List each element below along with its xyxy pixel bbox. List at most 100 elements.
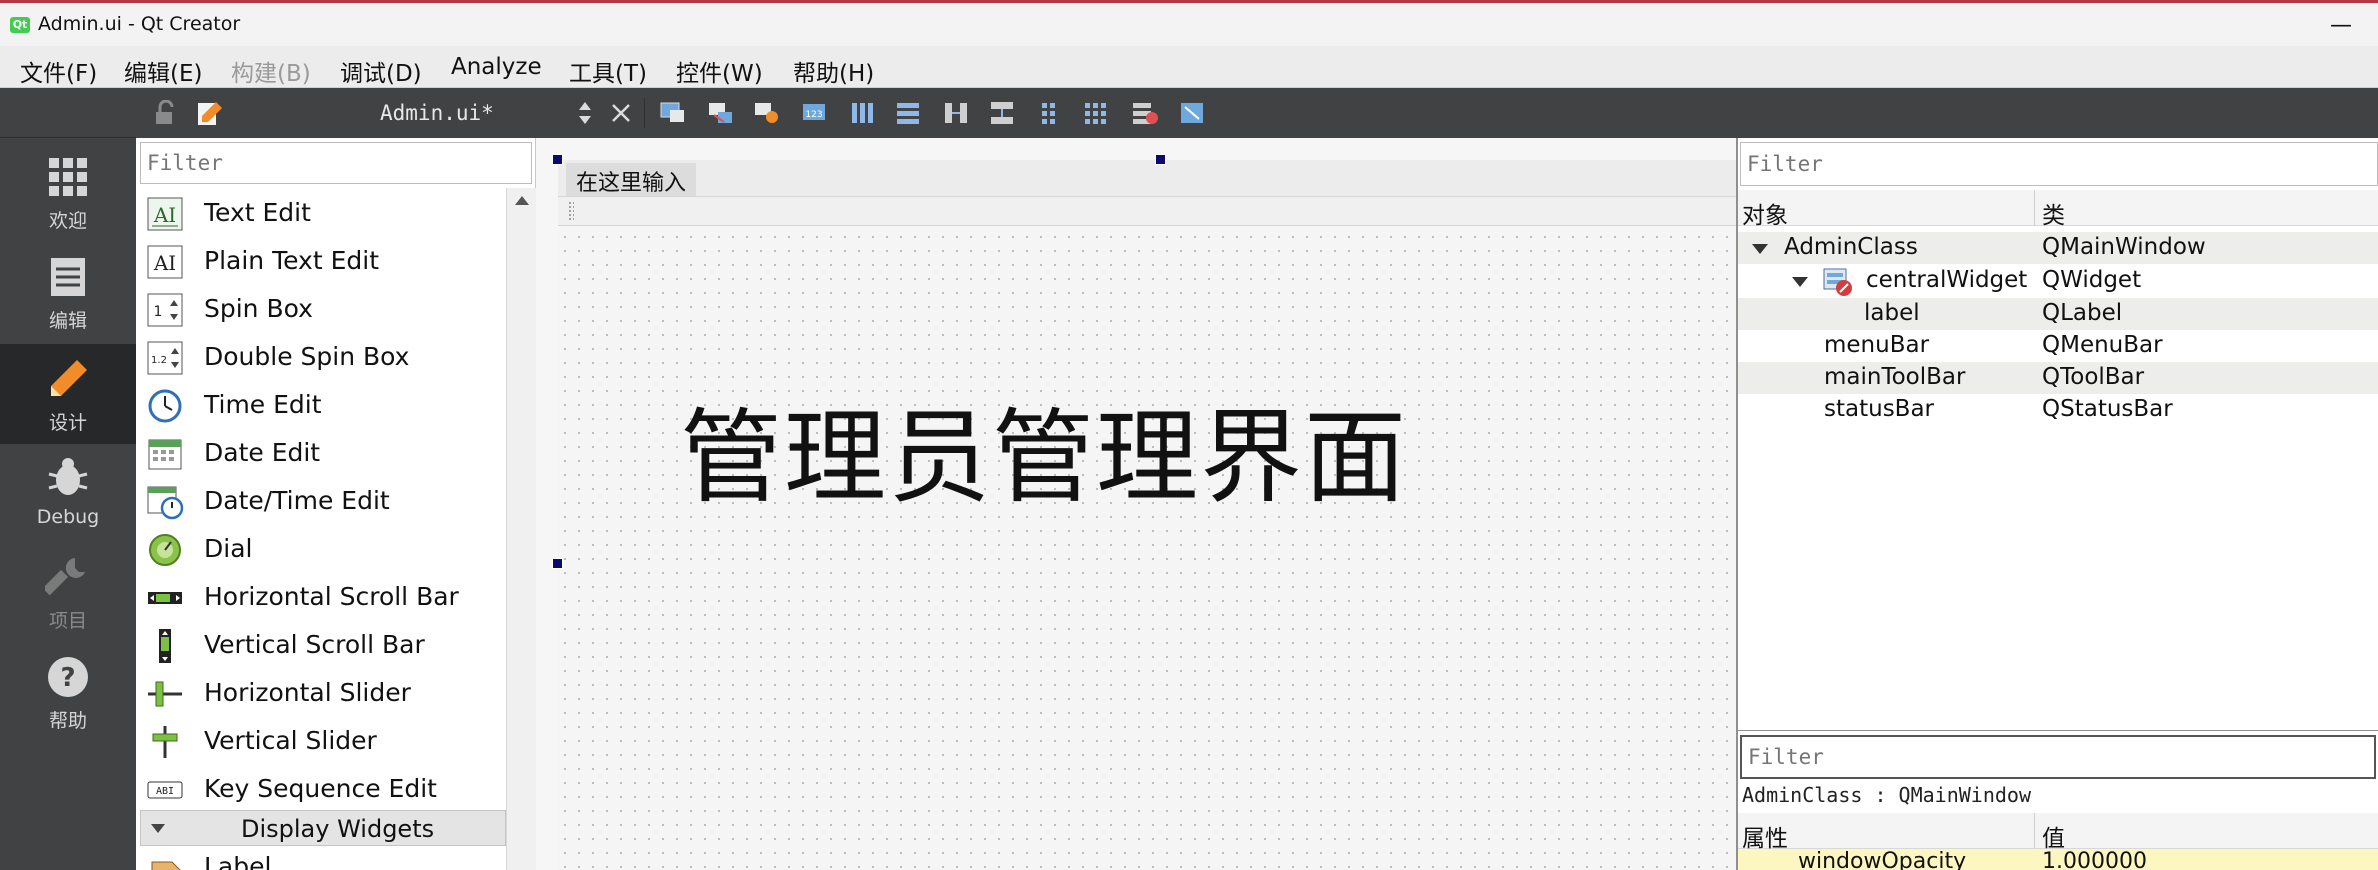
split-arrows-icon[interactable] bbox=[570, 100, 600, 126]
adjust-size-icon[interactable] bbox=[1178, 100, 1208, 126]
widget-filter-input[interactable] bbox=[140, 142, 532, 184]
object-name: centralWidget bbox=[1866, 267, 2028, 293]
double-spin-box-icon: 1.2 bbox=[147, 341, 183, 375]
widget-item-text-edit[interactable]: AI Text Edit bbox=[136, 188, 506, 236]
chevron-down-icon bbox=[151, 824, 165, 833]
tree-row[interactable]: label QLabel bbox=[1738, 298, 2378, 330]
widget-item-horizontal-slider[interactable]: Horizontal Slider bbox=[136, 668, 506, 716]
form-editor-canvas[interactable]: 在这里输入 管理员管理界面 bbox=[536, 138, 1736, 870]
tree-row[interactable]: centralWidget QWidget bbox=[1738, 265, 2378, 297]
object-name: statusBar bbox=[1824, 396, 1935, 422]
widget-item-datetime-edit[interactable]: Date/Time Edit bbox=[136, 476, 506, 524]
tree-row[interactable]: statusBar QStatusBar bbox=[1738, 394, 2378, 426]
tree-row[interactable]: mainToolBar QToolBar bbox=[1738, 362, 2378, 394]
document-icon bbox=[51, 258, 85, 296]
label-icon bbox=[151, 861, 181, 870]
property-context-label: AdminClass : QMainWindow bbox=[1742, 783, 2031, 807]
selection-handle[interactable] bbox=[552, 154, 563, 165]
edit-tab-order-icon[interactable]: 123 bbox=[800, 100, 830, 126]
mode-edit[interactable]: 编辑 bbox=[0, 254, 136, 354]
mode-sidebar-header bbox=[0, 88, 136, 138]
form-menu-bar[interactable]: 在这里输入 bbox=[558, 160, 1736, 199]
menu-edit[interactable]: 编辑(E) bbox=[124, 54, 202, 88]
menu-analyze[interactable]: Analyze bbox=[451, 54, 542, 80]
spin-box-icon: 1 bbox=[147, 293, 183, 327]
form-main-toolbar[interactable] bbox=[558, 196, 1736, 226]
object-name: label bbox=[1864, 300, 1920, 326]
menu-file[interactable]: 文件(F) bbox=[20, 54, 97, 88]
menu-tools[interactable]: 工具(T) bbox=[569, 54, 647, 88]
close-icon[interactable] bbox=[606, 100, 636, 126]
edit-buddies-icon[interactable] bbox=[752, 100, 782, 126]
widget-item-horizontal-scroll-bar[interactable]: Horizontal Scroll Bar bbox=[136, 572, 506, 620]
mode-help[interactable]: ? 帮助 bbox=[0, 654, 136, 754]
widget-item-spin-box[interactable]: 1 Spin Box bbox=[136, 284, 506, 332]
admin-title-label[interactable]: 管理员管理界面 bbox=[680, 376, 1408, 523]
column-header-class[interactable]: 类 bbox=[2042, 196, 2065, 230]
lock-icon[interactable] bbox=[150, 100, 180, 126]
svg-text:1: 1 bbox=[154, 304, 163, 320]
widget-item-time-edit[interactable]: Time Edit bbox=[136, 380, 506, 428]
svg-text:?: ? bbox=[60, 663, 75, 693]
widget-item-plain-text-edit[interactable]: AI Plain Text Edit bbox=[136, 236, 506, 284]
object-class: QWidget bbox=[2042, 267, 2142, 293]
edit-signals-slots-icon[interactable] bbox=[706, 100, 736, 126]
layout-vertical-icon[interactable] bbox=[894, 100, 924, 126]
widget-item-label: Text Edit bbox=[204, 198, 311, 227]
tree-row[interactable]: menuBar QMenuBar bbox=[1738, 330, 2378, 362]
widget-item-double-spin-box[interactable]: 1.2 Double Spin Box bbox=[136, 332, 506, 380]
widget-item-label: Horizontal Slider bbox=[204, 678, 411, 707]
scroll-up-arrow-icon[interactable] bbox=[515, 196, 529, 205]
menu-debug[interactable]: 调试(D) bbox=[340, 54, 422, 88]
layout-h-splitter-icon[interactable] bbox=[942, 100, 972, 126]
object-filter-input[interactable] bbox=[1740, 142, 2378, 186]
widget-category-display-widgets[interactable]: Display Widgets bbox=[140, 810, 506, 846]
type-here-menu-entry[interactable]: 在这里输入 bbox=[566, 163, 697, 199]
text-edit-icon: AI bbox=[147, 197, 183, 231]
open-file-name[interactable]: Admin.ui* bbox=[380, 101, 494, 125]
widget-item-vertical-slider[interactable]: Vertical Slider bbox=[136, 716, 506, 764]
toolbar-grip-icon[interactable] bbox=[568, 201, 574, 221]
layout-v-splitter-icon[interactable] bbox=[988, 100, 1018, 126]
layout-horizontal-icon[interactable] bbox=[848, 100, 878, 126]
tree-row[interactable]: AdminClass QMainWindow bbox=[1738, 232, 2378, 264]
plain-text-edit-icon: AI bbox=[147, 245, 183, 279]
widget-item-label-partial[interactable]: Label bbox=[136, 846, 506, 870]
expand-arrow-icon[interactable] bbox=[1792, 277, 1808, 287]
mode-debug[interactable]: Debug bbox=[0, 454, 136, 554]
admin-main-window-form[interactable]: 在这里输入 管理员管理界面 bbox=[558, 160, 1736, 870]
selection-handle[interactable] bbox=[552, 558, 563, 569]
menu-controls[interactable]: 控件(W) bbox=[676, 54, 763, 88]
mode-projects[interactable]: 项目 bbox=[0, 554, 136, 654]
edit-widgets-icon[interactable] bbox=[658, 100, 688, 126]
column-header-value[interactable]: 值 bbox=[2042, 819, 2065, 853]
help-icon: ? bbox=[48, 657, 88, 697]
mode-projects-label: 项目 bbox=[48, 610, 87, 632]
column-header-object[interactable]: 对象 bbox=[1742, 196, 1788, 230]
mode-design[interactable]: 设计 bbox=[0, 344, 136, 444]
widget-item-key-sequence-edit[interactable]: ABI Key Sequence Edit bbox=[136, 764, 506, 812]
widget-item-date-edit[interactable]: Date Edit bbox=[136, 428, 506, 476]
minimize-button[interactable]: — bbox=[2330, 13, 2352, 38]
column-header-property[interactable]: 属性 bbox=[1742, 819, 1788, 853]
selection-handle[interactable] bbox=[1155, 154, 1166, 165]
widget-list-scrollbar[interactable] bbox=[506, 188, 536, 870]
widget-item-dial[interactable]: Dial bbox=[136, 524, 506, 572]
break-layout-icon[interactable] bbox=[1130, 100, 1160, 126]
menu-help[interactable]: 帮助(H) bbox=[793, 54, 874, 88]
property-row[interactable]: windowOpacity 1.000000 bbox=[1738, 849, 2378, 870]
mode-welcome-label: 欢迎 bbox=[48, 210, 87, 232]
mode-welcome[interactable]: 欢迎 bbox=[0, 154, 136, 254]
layout-grid-icon[interactable] bbox=[1082, 100, 1112, 126]
object-name: AdminClass bbox=[1784, 234, 1918, 260]
property-value[interactable]: 1.000000 bbox=[2042, 849, 2147, 870]
edit-file-icon[interactable] bbox=[194, 100, 224, 126]
bug-icon bbox=[48, 458, 88, 495]
property-editor-panel: AdminClass : QMainWindow 属性 值 windowOpac… bbox=[1736, 730, 2378, 870]
menu-build[interactable]: 构建(B) bbox=[231, 54, 311, 88]
expand-arrow-icon[interactable] bbox=[1752, 244, 1768, 254]
mode-edit-label: 编辑 bbox=[48, 310, 87, 332]
widget-item-vertical-scroll-bar[interactable]: Vertical Scroll Bar bbox=[136, 620, 506, 668]
property-filter-input[interactable] bbox=[1740, 735, 2376, 779]
layout-form-icon[interactable] bbox=[1036, 100, 1066, 126]
